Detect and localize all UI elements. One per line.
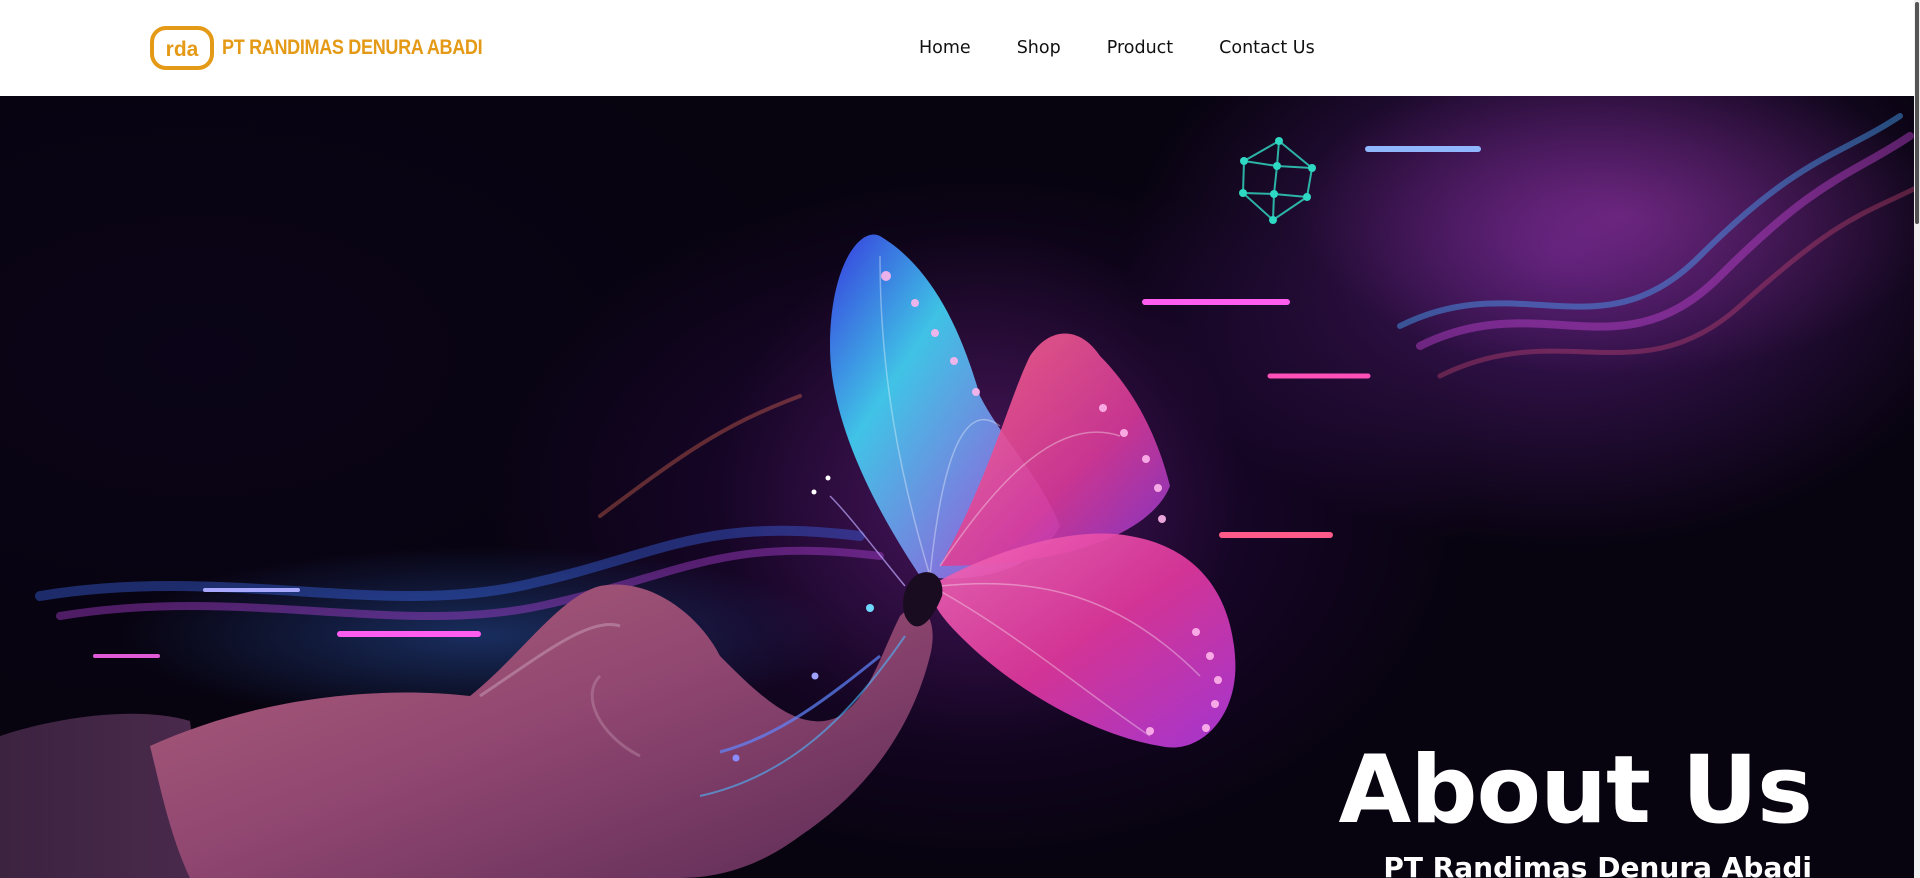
page: rda PT RANDIMAS DENURA ABADI Home Shop P… [0, 0, 1920, 878]
nav-item-home[interactable]: Home [919, 36, 971, 60]
nav-item-shop[interactable]: Shop [1017, 36, 1061, 60]
rda-logo-icon: rda [150, 26, 214, 70]
svg-text:rda: rda [166, 38, 199, 61]
hero-subheading: PT Randimas Denura Abadi [1383, 851, 1812, 878]
main-nav: Home Shop Product Contact Us [919, 36, 1315, 60]
nav-item-contact-us[interactable]: Contact Us [1219, 36, 1315, 60]
site-header: rda PT RANDIMAS DENURA ABADI Home Shop P… [0, 0, 1920, 96]
nav-item-product[interactable]: Product [1107, 36, 1173, 60]
hero-heading: About Us [1338, 736, 1813, 845]
scrollbar-thumb[interactable] [1915, 2, 1919, 224]
company-name-logo-text: PT RANDIMAS DENURA ABADI [222, 36, 483, 59]
logo-link[interactable]: rda PT RANDIMAS DENURA ABADI [150, 26, 525, 70]
hero-banner: About Us PT Randimas Denura Abadi [0, 96, 1920, 878]
vertical-scrollbar[interactable] [1914, 0, 1920, 878]
